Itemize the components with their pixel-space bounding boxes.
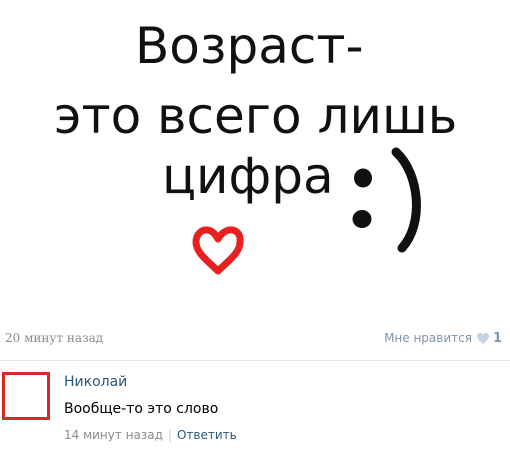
- comment-text: Вообще-то это слово: [64, 401, 219, 417]
- like-label: Мне нравится: [384, 331, 472, 345]
- comment-meta: 14 минут назад | Ответить: [64, 428, 237, 442]
- caption-line-3: цифра: [162, 147, 334, 205]
- like-heart-icon: [476, 332, 489, 344]
- comment: Николай Вообще-то это слово 14 минут наз…: [0, 368, 510, 448]
- post-meta: 20 минут назад Мне нравится 1: [0, 328, 510, 350]
- divider: [0, 360, 510, 361]
- comment-author-link[interactable]: Николай: [64, 374, 127, 390]
- avatar[interactable]: [2, 372, 50, 420]
- caption-line-1: Возраст-: [135, 17, 364, 75]
- like-count: 1: [492, 330, 502, 346]
- meta-separator: |: [167, 428, 172, 442]
- caption-line-2: это всего лишь: [54, 87, 458, 145]
- post-image: Возраст- это всего лишь цифра :): [0, 0, 510, 318]
- reply-link[interactable]: Ответить: [177, 428, 237, 442]
- heart-icon: [192, 226, 244, 275]
- post-time[interactable]: 20 минут назад: [5, 331, 103, 345]
- like-button[interactable]: Мне нравится 1: [384, 329, 502, 347]
- smiley-icon: :): [352, 147, 421, 253]
- comment-time[interactable]: 14 минут назад: [64, 428, 163, 442]
